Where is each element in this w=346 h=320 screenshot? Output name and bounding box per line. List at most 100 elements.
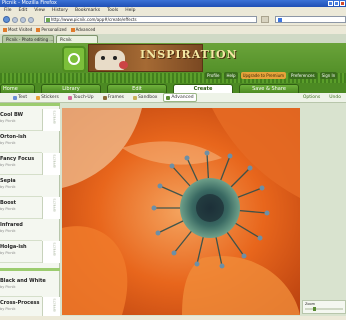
status-bar — [0, 316, 346, 320]
effect-author: by Picnik — [0, 229, 16, 233]
options-button[interactable]: Options — [300, 93, 323, 102]
menu-edit[interactable]: Edit — [19, 7, 28, 14]
sticker-icon — [36, 95, 41, 100]
photo-canvas[interactable] — [62, 108, 300, 315]
tool-label: Frames — [107, 95, 124, 100]
navigation-toolbar: http://www.picnik.com/app#/create/effect… — [0, 14, 346, 26]
frames-tool-button[interactable]: Frames — [100, 93, 127, 102]
stickers-tool-button[interactable]: Stickers — [33, 93, 62, 102]
reload-icon[interactable] — [19, 16, 26, 23]
menu-tools[interactable]: Tools — [107, 7, 118, 14]
touch-up-tool-button[interactable]: Touch-Up — [65, 93, 97, 102]
menu-view[interactable]: View — [34, 7, 45, 14]
advanced-tool-button[interactable]: Advanced — [163, 93, 197, 102]
effect-side-label: EFFECTS — [52, 242, 57, 256]
back-icon[interactable] — [3, 16, 10, 23]
bookmark-personalized[interactable]: Personalized — [36, 26, 67, 34]
bookmark-icon — [36, 28, 41, 32]
poppy-photo — [62, 108, 300, 315]
tab-home[interactable]: Home — [0, 84, 35, 93]
tool-label: Stickers — [41, 95, 59, 100]
window-controls — [328, 1, 345, 6]
effect-side-label: EFFECTS — [52, 110, 57, 124]
forward-icon[interactable] — [11, 16, 18, 23]
touch-up-icon — [67, 95, 72, 100]
tab-save-share[interactable]: Save & Share — [239, 84, 299, 93]
effect-side-tab[interactable]: EFFECTS — [42, 197, 60, 219]
bookmark-advanced[interactable]: Advanced — [70, 26, 95, 34]
browser-tab-strip: Picnik - Photo editing ... Picnik — [0, 34, 346, 43]
effects-separator — [0, 103, 60, 106]
effect-name: Holga-ish — [0, 244, 27, 250]
effects-separator — [0, 268, 60, 271]
tool-label: Sandbox — [137, 95, 158, 100]
bookmark-most-visited[interactable]: Most Visited — [3, 26, 32, 34]
effects-sidebar: Cool BW by Picnik Orton-ish by Picnik Fa… — [0, 103, 60, 320]
menu-bookmarks[interactable]: Bookmarks — [75, 7, 100, 14]
menu-help[interactable]: Help — [125, 7, 135, 14]
effect-side-tab[interactable]: EFFECTS — [42, 241, 60, 263]
effect-author: by Picnik — [0, 119, 16, 123]
site-nav: Home Library Edit Create Save & Share — [0, 83, 346, 93]
create-toolbar: Text Stickers Touch-Up Frames Sandbox Ad… — [0, 93, 346, 103]
zoom-slider[interactable] — [305, 307, 343, 311]
browser-tab-1[interactable]: Picnik - Photo editing ... — [2, 35, 54, 43]
effect-item[interactable]: Cool BW by Picnik — [0, 109, 42, 131]
browser-tab-2[interactable]: Picnik — [56, 35, 98, 43]
frame-icon — [102, 95, 107, 100]
menu-history[interactable]: History — [52, 7, 68, 14]
text-icon — [13, 95, 17, 100]
effect-author: by Picnik — [0, 307, 16, 311]
menu-file[interactable]: File — [4, 7, 12, 14]
effect-item[interactable]: Infrared by Picnik — [0, 219, 42, 241]
home-icon[interactable] — [27, 16, 34, 23]
undo-button[interactable]: Undo — [326, 93, 344, 102]
bookmark-label: Personalized — [41, 27, 67, 32]
effect-author: by Picnik — [0, 163, 16, 167]
bookmark-label: Most Visited — [8, 27, 33, 32]
profile-link[interactable]: Profile — [205, 72, 222, 79]
sandbox-tool-button[interactable]: Sandbox — [130, 93, 160, 102]
effect-item[interactable]: Orton-ish by Picnik — [0, 131, 42, 153]
effect-name: Boost — [0, 200, 17, 206]
sign-in-link[interactable]: Sign In — [319, 72, 338, 79]
effect-name: Cross-Process — [0, 300, 40, 306]
address-bar[interactable]: http://www.picnik.com/app#/create/effect… — [43, 16, 257, 23]
preferences-link[interactable]: Preferences — [289, 72, 317, 79]
bookmark-icon — [70, 28, 75, 32]
google-icon — [277, 17, 282, 22]
effect-author: by Picnik — [0, 251, 16, 255]
search-input[interactable] — [274, 16, 346, 23]
profile-bar: Profile Help Upgrade to Premium Preferen… — [205, 72, 338, 79]
toolbar-right: Options Undo — [300, 93, 346, 102]
effect-side-tab[interactable]: EFFECTS — [42, 153, 60, 175]
effect-side-label: EFFECTS — [52, 198, 57, 212]
effect-side-label: EFFECTS — [52, 298, 57, 312]
window-title: Picnik - Mozilla Firefox — [2, 0, 57, 6]
tab-edit[interactable]: Edit — [107, 84, 167, 93]
minimize-icon[interactable] — [328, 1, 333, 6]
effect-name: Fancy Focus — [0, 156, 35, 162]
effect-item[interactable]: Black and White by Picnik — [0, 275, 46, 297]
zoom-slider-handle[interactable] — [313, 307, 316, 311]
effect-name: Sepia — [0, 178, 16, 184]
effect-name: Cool BW — [0, 112, 24, 118]
text-tool-button[interactable]: Text — [10, 93, 30, 102]
maximize-icon[interactable] — [334, 1, 339, 6]
tab-create[interactable]: Create — [173, 84, 233, 93]
tab-library[interactable]: Library — [41, 84, 101, 93]
help-link[interactable]: Help — [224, 72, 238, 79]
banner-title: INSPIRATION — [140, 48, 238, 61]
effect-item[interactable]: Fancy Focus by Picnik — [0, 153, 42, 175]
logo-mark-icon — [68, 53, 80, 65]
effect-item[interactable]: Holga-ish by Picnik — [0, 241, 42, 263]
go-icon[interactable] — [260, 16, 269, 23]
effect-item[interactable]: Boost by Picnik — [0, 197, 42, 219]
effect-side-label: EFFECTS — [52, 154, 57, 168]
close-icon[interactable] — [340, 1, 345, 6]
effect-side-tab[interactable]: EFFECTS — [42, 109, 60, 131]
effect-item[interactable]: Sepia by Picnik — [0, 175, 42, 197]
upgrade-premium-button[interactable]: Upgrade to Premium — [240, 72, 287, 79]
tool-label: Advanced — [171, 95, 194, 100]
picnik-logo[interactable] — [62, 46, 86, 72]
